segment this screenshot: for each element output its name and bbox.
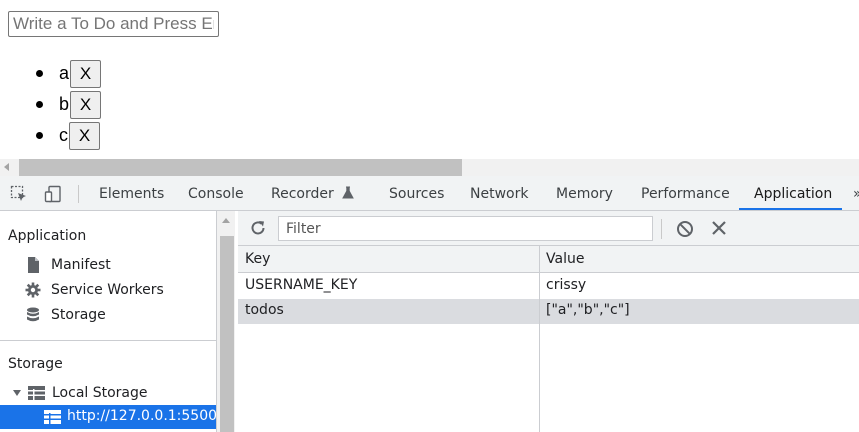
todo-text: b [59, 94, 70, 114]
bullet [36, 132, 43, 139]
todo-text: c [59, 125, 68, 145]
todo-input[interactable] [8, 11, 219, 37]
page-horizontal-scrollbar[interactable] [0, 159, 859, 176]
delete-todo-button[interactable]: X [70, 59, 102, 88]
tab-performance[interactable]: Performance [641, 176, 730, 210]
inspect-element-icon[interactable] [10, 185, 28, 203]
toolbar-separator [661, 219, 662, 239]
table-icon [44, 410, 61, 424]
sidebar-item-local-storage[interactable]: Local Storage [12, 382, 148, 404]
cell-key[interactable]: todos [245, 302, 284, 318]
table-row[interactable]: USERNAME_KEY crissy [238, 274, 859, 299]
sidebar-heading-storage[interactable]: Storage [8, 356, 63, 372]
devtools-panel: Elements Console Recorder Sources Networ… [0, 176, 859, 432]
storage-toolbar [238, 211, 859, 246]
tab-console[interactable]: Console [188, 176, 244, 210]
sidebar-item-label: Storage [51, 307, 106, 323]
file-icon [25, 257, 41, 273]
application-sidebar: Application Manifest Service Workers Sto… [0, 211, 217, 432]
database-icon [25, 307, 41, 323]
table-icon [28, 386, 45, 400]
bullet [36, 70, 43, 77]
delete-todo-button[interactable]: X [69, 121, 100, 150]
sidebar-item-service-workers[interactable]: Service Workers [25, 279, 164, 301]
cell-key[interactable]: USERNAME_KEY [245, 277, 357, 293]
tab-application[interactable]: Application [754, 176, 832, 210]
delete-todo-button[interactable]: X [70, 90, 102, 119]
column-header-key[interactable]: Key [245, 251, 270, 267]
sidebar-item-label: Local Storage [52, 385, 148, 401]
sidebar-item-label: http://127.0.0.1:5500 [67, 408, 218, 424]
tab-recorder-label: Recorder [271, 186, 334, 202]
tabbar-separator [78, 185, 79, 203]
tab-recorder[interactable]: Recorder [271, 176, 355, 210]
flask-icon [342, 186, 355, 199]
local-storage-table: Key Value USERNAME_KEY crissy todos ["a"… [238, 246, 859, 432]
table-header: Key Value [238, 246, 859, 273]
todo-item: c X [36, 120, 100, 151]
tab-memory[interactable]: Memory [556, 176, 613, 210]
cell-value[interactable]: crissy [546, 277, 586, 293]
sidebar-vertical-scrollbar[interactable] [217, 211, 235, 432]
device-toolbar-icon[interactable] [44, 185, 62, 203]
sidebar-item-label: Manifest [51, 257, 111, 273]
cell-value[interactable]: ["a","b","c"] [546, 302, 630, 318]
delete-selected-icon[interactable] [711, 220, 727, 240]
clear-all-icon[interactable] [676, 220, 694, 242]
tab-network[interactable]: Network [470, 176, 528, 210]
scroll-up-arrow-icon[interactable] [222, 218, 230, 223]
sidebar-heading-application[interactable]: Application [8, 228, 86, 244]
sidebar-item-manifest[interactable]: Manifest [25, 254, 111, 276]
scrollbar-thumb[interactable] [220, 236, 234, 432]
todo-text: a [59, 63, 70, 83]
devtools-tabbar: Elements Console Recorder Sources Networ… [0, 176, 859, 211]
active-tab-indicator [739, 208, 842, 210]
bullet [36, 101, 43, 108]
todo-item: a X [36, 58, 102, 89]
sidebar-item-label: Service Workers [51, 282, 164, 298]
column-divider[interactable] [539, 246, 540, 432]
refresh-icon[interactable] [249, 219, 267, 241]
sidebar-divider [0, 340, 216, 341]
sidebar-item-origin[interactable]: http://127.0.0.1:5500 [0, 405, 218, 429]
tab-elements[interactable]: Elements [99, 176, 164, 210]
table-row-selected[interactable]: todos ["a","b","c"] [238, 299, 859, 324]
sidebar-item-storage[interactable]: Storage [25, 304, 106, 326]
tab-sources[interactable]: Sources [389, 176, 444, 210]
more-tabs-button[interactable]: » [853, 176, 859, 212]
column-header-value[interactable]: Value [546, 251, 584, 267]
todo-item: b X [36, 89, 102, 120]
scroll-left-arrow-icon[interactable] [4, 163, 9, 171]
scrollbar-thumb[interactable] [19, 159, 462, 176]
filter-input[interactable] [278, 216, 653, 241]
expand-triangle-icon[interactable] [12, 388, 22, 398]
gear-icon [25, 282, 41, 298]
